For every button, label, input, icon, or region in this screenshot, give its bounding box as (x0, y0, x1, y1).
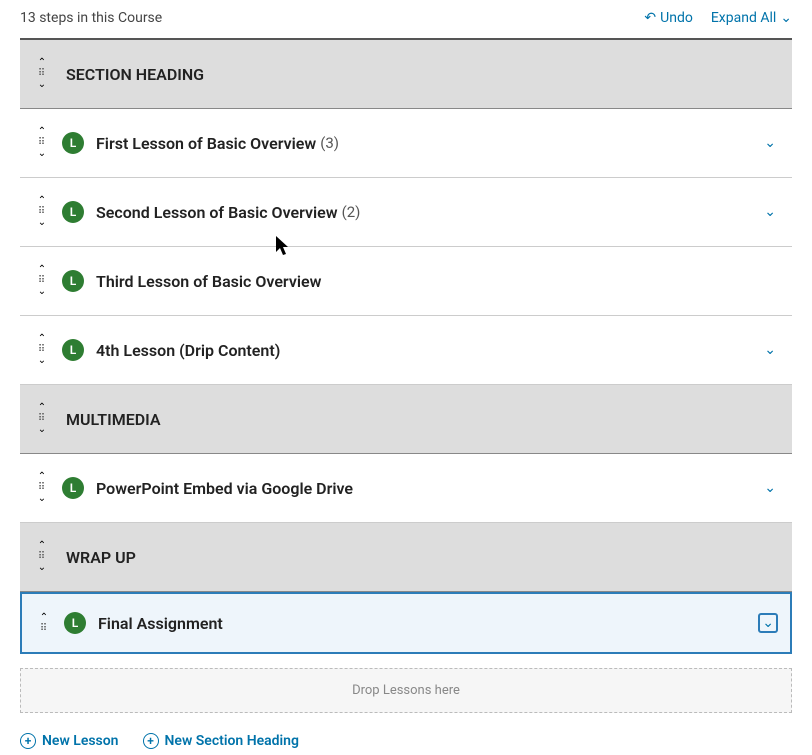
lesson-badge: L (62, 477, 84, 499)
plus-icon: + (20, 733, 36, 749)
lesson-badge: L (64, 612, 86, 634)
section-header[interactable]: ⌃ ⠿ ⌄ MULTIMEDIA (20, 385, 792, 454)
drag-handle-icon[interactable]: ⠿ (38, 69, 46, 79)
move-up-icon[interactable]: ⌃ (38, 472, 46, 482)
lesson-count: (2) (342, 203, 361, 221)
undo-label: Undo (660, 10, 693, 26)
move-down-icon[interactable]: ⌄ (38, 80, 46, 90)
section-title: SECTION HEADING (66, 65, 204, 84)
lesson-count: (3) (320, 134, 339, 152)
expand-toggle-icon[interactable]: ⌄ (764, 204, 780, 220)
lesson-title: Final Assignment (98, 614, 223, 633)
move-down-icon[interactable]: ⌄ (38, 149, 46, 159)
section-title: MULTIMEDIA (66, 410, 161, 429)
reorder-controls: ⌃ ⠿ ⌄ (32, 127, 52, 159)
reorder-controls: ⌃ ⠿ ⌄ (32, 541, 52, 573)
reorder-controls: ⌃ ⠿ ⌄ (32, 265, 52, 297)
undo-button[interactable]: ↶ Undo (644, 10, 692, 26)
move-down-icon[interactable]: ⌄ (38, 494, 46, 504)
expand-all-button[interactable]: Expand All ⌄ (711, 10, 792, 26)
lesson-badge: L (62, 132, 84, 154)
drag-handle-icon[interactable]: ⠿ (38, 552, 46, 562)
section-header[interactable]: ⌃ ⠿ ⌄ WRAP UP (20, 523, 792, 592)
move-up-icon[interactable]: ⌃ (38, 265, 46, 275)
chevron-down-icon: ⌄ (780, 10, 792, 26)
course-rows: ⌃ ⠿ ⌄ SECTION HEADING ⌃ ⠿ ⌄ L First Less… (20, 40, 792, 654)
reorder-controls: ⌃ ⠿ (34, 613, 54, 634)
lesson-title: Second Lesson of Basic Overview (96, 203, 338, 222)
lesson-title: Third Lesson of Basic Overview (96, 272, 321, 291)
new-section-button[interactable]: + New Section Heading (143, 733, 299, 749)
move-up-icon[interactable]: ⌃ (38, 196, 46, 206)
reorder-controls: ⌃ ⠿ ⌄ (32, 403, 52, 435)
expand-toggle-icon[interactable]: ⌄ (764, 135, 780, 151)
lesson-title: First Lesson of Basic Overview (96, 134, 316, 153)
expand-all-label: Expand All (711, 10, 776, 26)
move-up-icon[interactable]: ⌃ (40, 613, 48, 623)
lesson-badge: L (62, 270, 84, 292)
move-down-icon[interactable]: ⌄ (38, 218, 46, 228)
drag-handle-icon[interactable]: ⠿ (38, 414, 46, 424)
new-section-label: New Section Heading (165, 733, 299, 749)
move-down-icon[interactable]: ⌄ (38, 425, 46, 435)
footer-actions: + New Lesson + New Section Heading (20, 727, 792, 755)
lesson-row[interactable]: ⌃ ⠿ ⌄ L PowerPoint Embed via Google Driv… (20, 454, 792, 523)
lesson-badge: L (62, 201, 84, 223)
expand-toggle-icon[interactable]: ⌄ (758, 613, 778, 633)
drag-handle-icon[interactable]: ⠿ (38, 483, 46, 493)
lesson-row[interactable]: ⌃ ⠿ ⌄ L Second Lesson of Basic Overview … (20, 178, 792, 247)
dropzone-label: Drop Lessons here (352, 683, 460, 698)
dropzone[interactable]: Drop Lessons here (20, 668, 792, 713)
builder-header: 13 steps in this Course ↶ Undo Expand Al… (20, 0, 792, 38)
expand-toggle-icon[interactable]: ⌄ (764, 480, 780, 496)
reorder-controls: ⌃ ⠿ ⌄ (32, 58, 52, 90)
move-up-icon[interactable]: ⌃ (38, 541, 46, 551)
lesson-row[interactable]: ⌃ ⠿ ⌄ L Third Lesson of Basic Overview (20, 247, 792, 316)
drag-handle-icon[interactable]: ⠿ (40, 624, 48, 634)
move-down-icon[interactable]: ⌄ (38, 563, 46, 573)
move-up-icon[interactable]: ⌃ (38, 403, 46, 413)
lesson-row[interactable]: ⌃ ⠿ ⌄ L First Lesson of Basic Overview (… (20, 109, 792, 178)
plus-icon: + (143, 733, 159, 749)
steps-count: 13 steps in this Course (20, 10, 162, 26)
drag-handle-icon[interactable]: ⠿ (38, 138, 46, 148)
reorder-controls: ⌃ ⠿ ⌄ (32, 472, 52, 504)
drag-handle-icon[interactable]: ⠿ (38, 345, 46, 355)
section-header[interactable]: ⌃ ⠿ ⌄ SECTION HEADING (20, 40, 792, 109)
lesson-row[interactable]: ⌃ ⠿ ⌄ L 4th Lesson (Drip Content) ⌄ (20, 316, 792, 385)
expand-toggle-icon[interactable]: ⌄ (764, 342, 780, 358)
move-down-icon[interactable]: ⌄ (38, 356, 46, 366)
move-up-icon[interactable]: ⌃ (38, 334, 46, 344)
undo-icon: ↶ (644, 10, 656, 26)
drag-handle-icon[interactable]: ⠿ (38, 276, 46, 286)
new-lesson-button[interactable]: + New Lesson (20, 733, 119, 749)
reorder-controls: ⌃ ⠿ ⌄ (32, 196, 52, 228)
lesson-title: PowerPoint Embed via Google Drive (96, 479, 353, 498)
lesson-badge: L (62, 339, 84, 361)
move-down-icon[interactable]: ⌄ (38, 287, 46, 297)
section-title: WRAP UP (66, 548, 136, 567)
move-up-icon[interactable]: ⌃ (38, 58, 46, 68)
reorder-controls: ⌃ ⠿ ⌄ (32, 334, 52, 366)
drag-handle-icon[interactable]: ⠿ (38, 207, 46, 217)
header-actions: ↶ Undo Expand All ⌄ (644, 10, 792, 26)
lesson-row[interactable]: ⌃ ⠿ L Final Assignment ⌄ (20, 592, 792, 654)
lesson-title: 4th Lesson (Drip Content) (96, 341, 280, 360)
new-lesson-label: New Lesson (42, 733, 119, 749)
move-up-icon[interactable]: ⌃ (38, 127, 46, 137)
